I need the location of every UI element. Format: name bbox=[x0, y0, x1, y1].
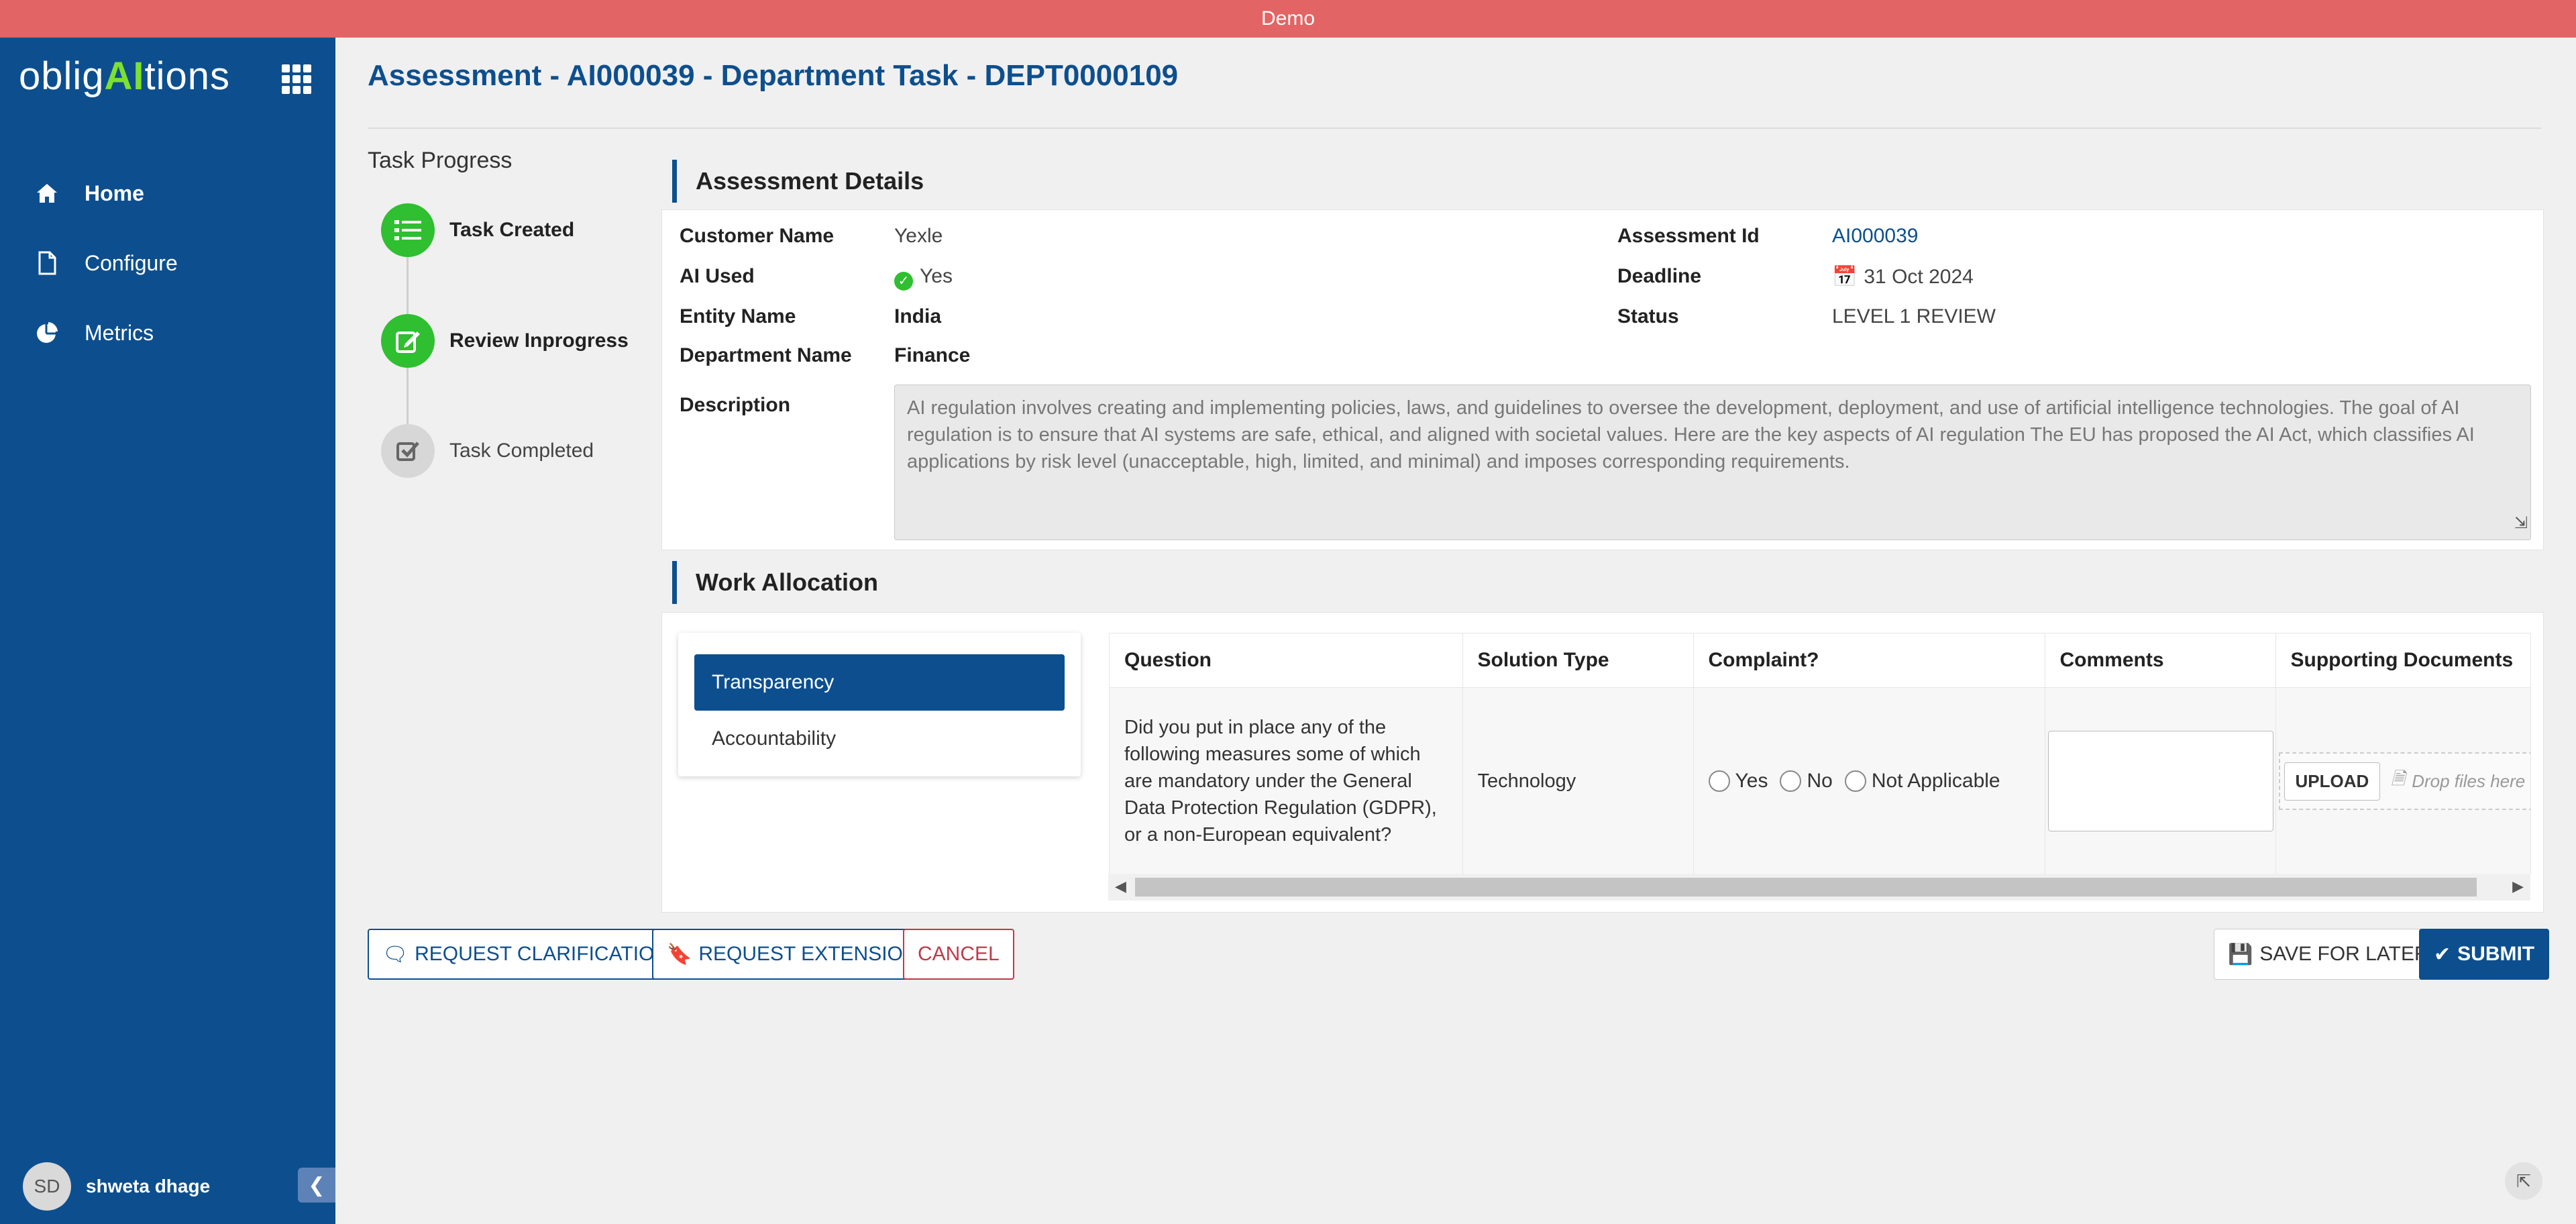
solution-type-cell: Technology bbox=[1462, 687, 1694, 874]
step-label: Task Created bbox=[449, 219, 575, 241]
edit-icon bbox=[381, 314, 435, 368]
sidebar-item-label: Configure bbox=[85, 250, 178, 275]
pie-chart-icon bbox=[34, 319, 60, 346]
column-header-complaint: Complaint? bbox=[1693, 633, 2045, 688]
column-header-supporting-documents: Supporting Documents bbox=[2275, 633, 2530, 688]
assessment-id-link[interactable]: AI000039 bbox=[1832, 225, 1918, 248]
deadline-value: 📅 31 Oct 2024 bbox=[1832, 266, 1974, 288]
calendar-icon: 📅 bbox=[1832, 266, 1858, 288]
file-drop-icon: 🗎 bbox=[2391, 768, 2406, 789]
scroll-right-icon[interactable]: ▶ bbox=[2512, 878, 2524, 895]
assessment-details-heading: Assessment Details bbox=[672, 160, 924, 203]
sidebar-nav: Home Configure Metrics bbox=[0, 158, 335, 368]
collapse-sidebar-button[interactable]: ❮ bbox=[298, 1168, 335, 1203]
column-header-solution-type: Solution Type bbox=[1462, 633, 1694, 688]
assessment-details-card: Customer Name Yexle AI Used ✓ Yes Entity … bbox=[661, 209, 2544, 550]
assessment-id-label: Assessment Id bbox=[1617, 225, 1760, 247]
status-label: Status bbox=[1617, 305, 1679, 327]
radio-no[interactable]: No bbox=[1780, 770, 1833, 793]
ai-used-label: AI Used bbox=[680, 265, 755, 287]
status-value: LEVEL 1 REVIEW bbox=[1832, 305, 1996, 327]
checkbox-icon bbox=[381, 424, 435, 478]
step-review-inprogress: Review Inprogress bbox=[381, 314, 629, 368]
save-icon: 💾 bbox=[2228, 943, 2253, 966]
comment-textarea[interactable] bbox=[2047, 731, 2273, 832]
step-label: Review Inprogress bbox=[449, 329, 629, 352]
department-name-value: Finance bbox=[894, 344, 971, 366]
step-label: Task Completed bbox=[449, 440, 594, 462]
brand-logo[interactable]: obligAItions bbox=[19, 54, 230, 99]
bookmark-icon: 🔖 bbox=[667, 943, 692, 966]
request-extension-button[interactable]: 🔖 REQUEST EXTENSION bbox=[652, 929, 932, 980]
page-title: Assessment - AI000039 - Department Task … bbox=[368, 59, 1179, 92]
comments-icon: 🗨 bbox=[382, 943, 409, 966]
task-progress-title: Task Progress bbox=[368, 148, 513, 173]
sidebar-item-metrics[interactable]: Metrics bbox=[0, 298, 335, 368]
sidebar-item-configure[interactable]: Configure bbox=[0, 228, 335, 298]
submit-button[interactable]: ✔ SUBMIT bbox=[2419, 929, 2550, 980]
feedback-icon[interactable]: ⇱ bbox=[2505, 1162, 2542, 1200]
ai-used-value: ✓ Yes bbox=[894, 265, 953, 291]
comments-cell bbox=[2045, 687, 2276, 874]
column-header-question: Question bbox=[1110, 633, 1463, 688]
table-header-row: Question Solution Type Complaint? Commen… bbox=[1110, 633, 2530, 688]
sidebar-item-home[interactable]: Home bbox=[0, 158, 335, 228]
sidebar-item-label: Metrics bbox=[85, 320, 154, 345]
list-icon bbox=[381, 203, 435, 257]
description-label: Description bbox=[680, 394, 791, 416]
work-allocation-card: Transparency Accountability Question Sol… bbox=[661, 612, 2544, 913]
sidebar: obligAItions Home Configure Metrics SD s… bbox=[0, 38, 335, 1224]
sidebar-item-label: Home bbox=[85, 181, 144, 205]
check-circle-icon: ✓ bbox=[894, 271, 913, 291]
column-header-comments: Comments bbox=[2045, 633, 2276, 688]
supporting-documents-cell: UPLOAD 🗎 Drop files here bbox=[2275, 687, 2530, 874]
complaint-cell: Yes No Not Applicable bbox=[1693, 687, 2045, 874]
table-horizontal-scrollbar[interactable]: ◀ ▶ bbox=[1108, 874, 2530, 901]
scroll-left-icon[interactable]: ◀ bbox=[1115, 878, 1126, 895]
entity-name-value: India bbox=[894, 305, 942, 327]
user-name: shweta dhage bbox=[86, 1176, 211, 1196]
avatar: SD bbox=[23, 1162, 71, 1211]
tab-accountability[interactable]: Accountability bbox=[694, 711, 1065, 767]
description-textarea[interactable]: AI regulation involves creating and impl… bbox=[894, 385, 2531, 540]
radio-yes[interactable]: Yes bbox=[1708, 770, 1768, 793]
cancel-button[interactable]: CANCEL bbox=[903, 929, 1014, 980]
department-name-label: Department Name bbox=[680, 344, 852, 366]
save-for-later-button[interactable]: 💾 SAVE FOR LATER bbox=[2214, 929, 2443, 980]
tab-transparency[interactable]: Transparency bbox=[694, 654, 1065, 711]
user-profile[interactable]: SD shweta dhage bbox=[23, 1162, 210, 1211]
question-cell: Did you put in place any of the followin… bbox=[1110, 687, 1463, 874]
category-tabs: Transparency Accountability bbox=[678, 633, 1081, 776]
home-icon bbox=[34, 180, 60, 207]
deadline-label: Deadline bbox=[1617, 265, 1702, 287]
check-icon: ✔ bbox=[2434, 943, 2451, 966]
demo-banner: Demo bbox=[0, 0, 2576, 38]
scrollbar-thumb[interactable] bbox=[1135, 878, 2477, 897]
step-task-completed: Task Completed bbox=[381, 424, 594, 478]
customer-name-value: Yexle bbox=[894, 225, 943, 247]
apps-grid-icon[interactable] bbox=[282, 64, 311, 94]
file-dropzone[interactable]: UPLOAD 🗎 Drop files here bbox=[2278, 752, 2530, 811]
resize-grip-icon[interactable]: ⇲ bbox=[2514, 510, 2528, 537]
radio-not-applicable[interactable]: Not Applicable bbox=[1844, 770, 2000, 793]
upload-button[interactable]: UPLOAD bbox=[2284, 762, 2381, 801]
table-row: Did you put in place any of the followin… bbox=[1110, 687, 2530, 874]
customer-name-label: Customer Name bbox=[680, 225, 835, 247]
work-allocation-heading: Work Allocation bbox=[672, 561, 878, 604]
step-task-created: Task Created bbox=[381, 203, 574, 257]
questions-table: Question Solution Type Complaint? Commen… bbox=[1109, 633, 2531, 874]
request-clarification-button[interactable]: 🗨 REQUEST CLARIFICATION bbox=[368, 929, 684, 980]
entity-name-label: Entity Name bbox=[680, 305, 796, 327]
chevron-left-icon: ❮ bbox=[308, 1174, 325, 1196]
divider bbox=[368, 128, 2541, 129]
file-icon bbox=[34, 250, 60, 276]
